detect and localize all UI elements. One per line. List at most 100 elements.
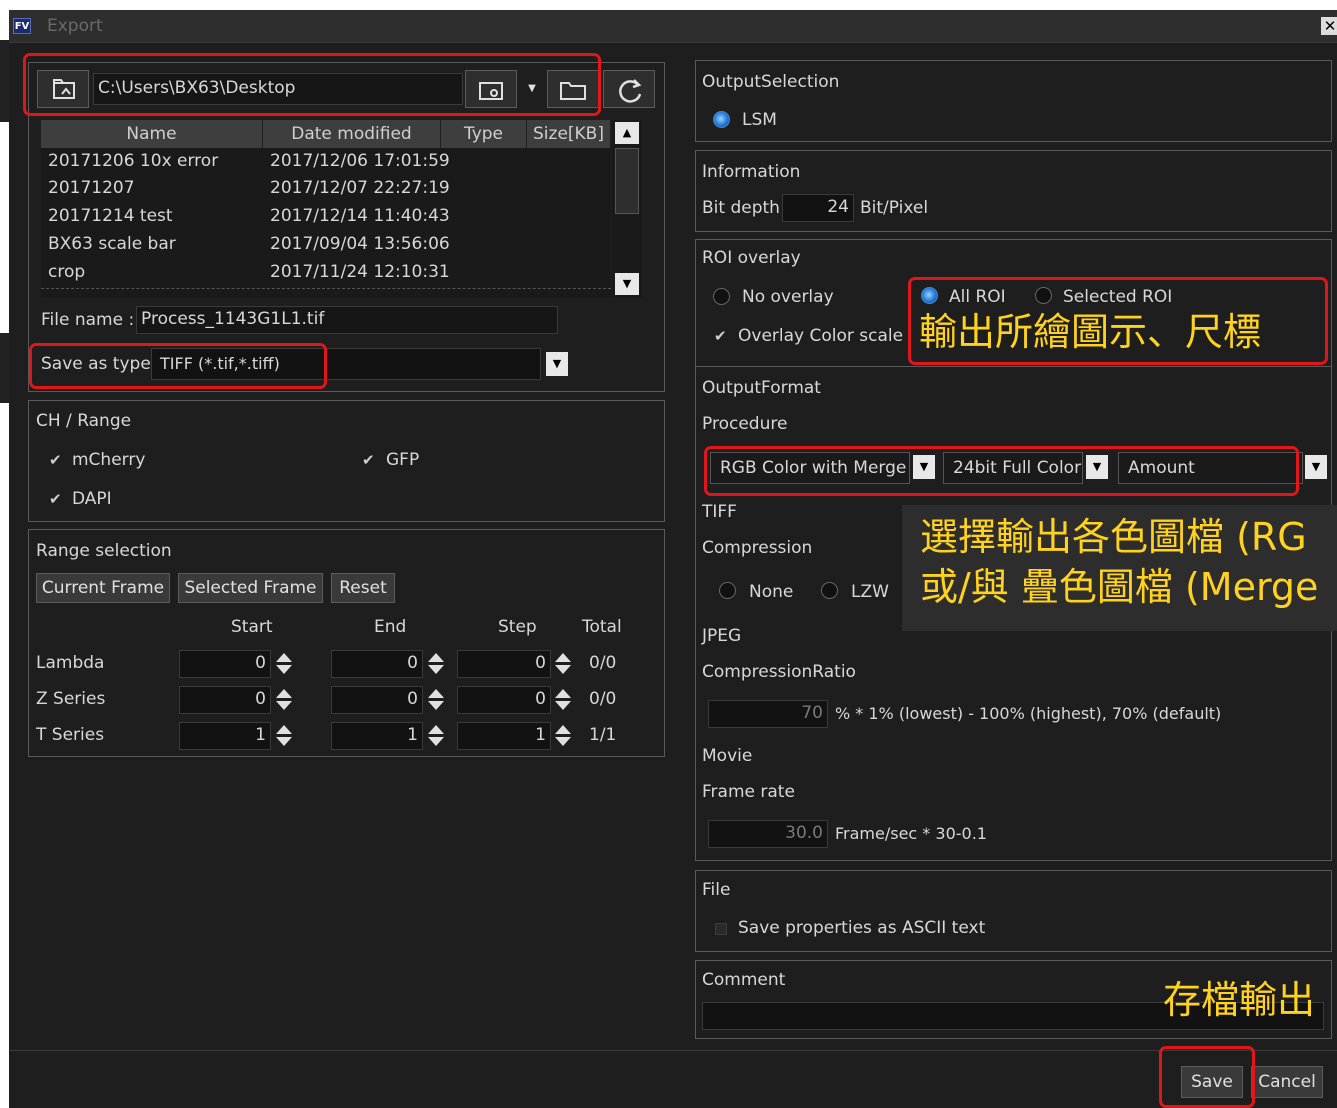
current-frame-button[interactable]: Current Frame [36,573,170,603]
row-date: 2017/12/06 17:01:59 [270,151,450,171]
annotation-text-save: 存檔輸出 [1163,978,1316,1022]
checkbox-dapi-icon[interactable]: ✔ [49,490,62,508]
step-stepper-icon[interactable] [554,687,572,713]
radio-compression-none-icon[interactable] [719,582,736,599]
row-date: 2017/12/07 22:27:19 [270,178,450,198]
jpeg-label: JPEG [702,626,742,646]
roi-overlay-title: ROI overlay [702,248,801,268]
channel-mcherry-label: mCherry [72,450,146,470]
frame-rate-label: Frame rate [702,782,795,802]
step-input[interactable]: 1 [457,722,551,750]
frame-rate-hint: Frame/sec * 30-0.1 [835,824,987,843]
annotation-box-path [23,53,601,116]
start-input[interactable]: 0 [179,650,271,678]
column-header-name[interactable]: Name [41,120,263,148]
row-name: 20171207 [48,178,135,198]
radio-lsm-icon[interactable] [713,111,730,128]
start-input[interactable]: 1 [179,722,271,750]
procedure-label: Procedure [702,414,788,434]
frame-rate-input[interactable]: 30.0 [708,820,828,848]
table-row[interactable]: 20171206 10x error 2017/12/06 17:01:59 [41,148,611,176]
table-row[interactable]: 20171214 test 2017/12/14 11:40:43 [41,203,611,231]
checkbox-gfp-icon[interactable]: ✔ [362,451,375,469]
comment-title: Comment [702,970,786,990]
annotation-note-format: 選擇輸出各色圖檔 (RG 或/與 疊色圖檔 (Merge [902,505,1337,631]
lsm-label: LSM [742,110,777,130]
step-input[interactable]: 0 [457,650,551,678]
output-format-title: OutputFormat [702,378,821,398]
export-dialog: FV Export ✕ C:\Users\BX63\Desktop ▼ Name… [9,10,1337,1108]
end-stepper-icon[interactable] [427,687,445,713]
file-name-label: File name : [41,310,135,330]
no-overlay-label: No overlay [742,287,834,307]
compression-ratio-hint: % * 1% (lowest) - 100% (highest), 70% (d… [835,704,1222,723]
save-properties-label: Save properties as ASCII text [738,918,986,938]
scroll-thumb[interactable] [615,148,639,214]
scroll-down-icon[interactable]: ▼ [615,273,639,295]
app-logo-icon: FV [13,18,31,34]
movie-label: Movie [702,746,753,766]
row-date: 2017/09/04 13:56:06 [270,234,450,254]
close-icon[interactable]: ✕ [1321,17,1337,35]
end-input[interactable]: 0 [331,686,423,714]
header-start: Start [231,617,273,637]
row-name: 20171206 10x error [48,151,219,171]
chevron-down-icon[interactable]: ▼ [546,352,568,376]
column-header-type[interactable]: Type [441,120,527,148]
table-row[interactable]: 20171207 2017/12/07 22:27:19 [41,175,611,203]
step-stepper-icon[interactable] [554,723,572,749]
row-name: crop [48,262,86,282]
file-list-scrollbar[interactable]: ▲ ▼ [612,120,642,298]
header-end: End [374,617,407,637]
table-row[interactable]: BX63 scale bar 2017/09/04 13:56:06 [41,231,611,259]
checkbox-mcherry-icon[interactable]: ✔ [49,451,62,469]
compression-label: Compression [702,538,813,558]
reset-button[interactable]: Reset [331,573,395,603]
total-value: 1/1 [589,725,617,745]
channel-group-title: CH / Range [36,411,132,431]
radio-compression-lzw-icon[interactable] [821,582,838,599]
table-row[interactable]: crop 2017/11/24 12:10:31 [41,259,611,287]
information-title: Information [702,162,801,182]
start-stepper-icon[interactable] [275,651,293,677]
refresh-icon [619,79,642,103]
file-group-title: File [702,880,731,900]
checkbox-overlay-color-scale-icon[interactable]: ✔ [714,327,727,345]
annotation-text-roi: 輸出所繪圖示、尺標 [919,310,1262,354]
background-window-edge [0,333,9,403]
refresh-button[interactable] [603,70,655,108]
annotation-box-save-type [29,343,327,389]
column-header-size[interactable]: Size[KB] [527,120,611,148]
compression-lzw-label: LZW [851,582,889,602]
compression-ratio-input[interactable]: 70 [708,700,828,728]
range-group-title: Range selection [36,541,172,561]
row-label: Z Series [36,689,106,709]
column-header-date[interactable]: Date modified [263,120,441,148]
header-total: Total [582,617,622,637]
start-input[interactable]: 0 [179,686,271,714]
end-input[interactable]: 0 [331,650,423,678]
end-stepper-icon[interactable] [427,651,445,677]
cancel-button[interactable]: Cancel [1251,1066,1323,1098]
annotation-text-format-1: 選擇輸出各色圖檔 (RG [920,515,1307,559]
bit-depth-value: 24 [782,194,854,222]
header-step: Step [498,617,537,637]
window-title: Export [47,16,103,36]
file-name-input[interactable]: Process_1143G1L1.tif [136,306,558,334]
start-stepper-icon[interactable] [275,687,293,713]
annotation-box-save [1159,1046,1255,1108]
save-properties-checkbox[interactable] [715,923,727,935]
chevron-down-icon[interactable]: ▼ [1305,455,1327,479]
radio-no-overlay-icon[interactable] [713,288,730,305]
compression-none-label: None [749,582,794,602]
scroll-up-icon[interactable]: ▲ [615,122,639,144]
step-input[interactable]: 0 [457,686,551,714]
row-label: Lambda [36,653,105,673]
end-input[interactable]: 1 [331,722,423,750]
start-stepper-icon[interactable] [275,723,293,749]
channel-dapi-label: DAPI [72,489,112,509]
bit-depth-label: Bit depth [702,198,780,218]
selected-frame-button[interactable]: Selected Frame [178,573,323,603]
end-stepper-icon[interactable] [427,723,445,749]
step-stepper-icon[interactable] [554,651,572,677]
